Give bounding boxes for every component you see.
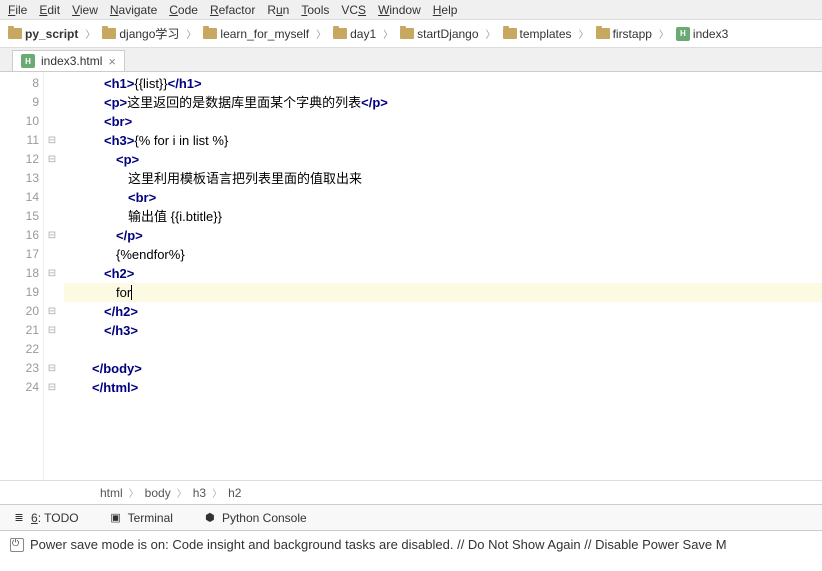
html-file-icon: H — [676, 27, 690, 41]
chevron-icon: 〉 — [85, 26, 95, 41]
folder-icon — [333, 28, 347, 39]
menu-bar: File Edit View Navigate Code Refactor Ru… — [0, 0, 822, 20]
crumb-h3[interactable]: h3 — [193, 486, 206, 500]
tab-index3[interactable]: H index3.html × — [12, 50, 125, 71]
chevron-icon: 〉 — [177, 485, 187, 500]
crumb-h2[interactable]: h2 — [228, 486, 241, 500]
menu-edit[interactable]: Edit — [39, 3, 60, 17]
code-editor[interactable]: 89101112131415161718192021222324 ⊟⊟⊟⊟⊟⊟⊟… — [0, 72, 822, 480]
status-bar: Power save mode is on: Code insight and … — [0, 530, 822, 558]
python-icon: ⬢ — [203, 511, 217, 525]
menu-tools[interactable]: Tools — [301, 3, 329, 17]
folder-icon — [8, 28, 22, 39]
menu-help[interactable]: Help — [433, 3, 458, 17]
tool-terminal[interactable]: ▣Terminal — [109, 511, 173, 525]
crumb-html[interactable]: html — [100, 486, 123, 500]
tool-python-console[interactable]: ⬢Python Console — [203, 511, 307, 525]
line-gutter: 89101112131415161718192021222324 — [0, 72, 44, 480]
status-message: Power save mode is on: Code insight and … — [30, 537, 727, 552]
editor-tabs: H index3.html × — [0, 48, 822, 72]
menu-navigate[interactable]: Navigate — [110, 3, 157, 17]
bc-py-script[interactable]: py_script — [4, 26, 82, 42]
power-icon[interactable] — [10, 538, 24, 552]
menu-code[interactable]: Code — [169, 3, 198, 17]
html-file-icon: H — [21, 54, 35, 68]
menu-vcs[interactable]: VCS — [341, 3, 366, 17]
folder-icon — [400, 28, 414, 39]
chevron-icon: 〉 — [129, 485, 139, 500]
menu-window[interactable]: Window — [378, 3, 421, 17]
menu-view[interactable]: View — [72, 3, 98, 17]
bc-startdjango[interactable]: startDjango — [396, 26, 482, 42]
tool-todo[interactable]: ≣6: TODO — [12, 511, 79, 525]
bc-django[interactable]: django学习 — [98, 24, 183, 43]
tool-window-bar: ≣6: TODO ▣Terminal ⬢Python Console — [0, 504, 822, 530]
bc-day1[interactable]: day1 — [329, 26, 380, 42]
bc-templates[interactable]: templates — [499, 26, 576, 42]
folder-icon — [503, 28, 517, 39]
chevron-icon: 〉 — [212, 485, 222, 500]
crumb-body[interactable]: body — [145, 486, 171, 500]
bc-index3[interactable]: Hindex3 — [672, 26, 732, 42]
folder-icon — [102, 28, 116, 39]
structure-breadcrumb: html 〉 body 〉 h3 〉 h2 — [0, 480, 822, 504]
bc-firstapp[interactable]: firstapp — [592, 26, 656, 42]
todo-icon: ≣ — [12, 511, 26, 525]
chevron-icon: 〉 — [579, 26, 589, 41]
folder-icon — [203, 28, 217, 39]
menu-refactor[interactable]: Refactor — [210, 3, 255, 17]
bc-learn[interactable]: learn_for_myself — [199, 26, 313, 42]
close-icon[interactable]: × — [108, 54, 116, 69]
folder-icon — [596, 28, 610, 39]
chevron-icon: 〉 — [186, 26, 196, 41]
chevron-icon: 〉 — [316, 26, 326, 41]
terminal-icon: ▣ — [109, 511, 123, 525]
menu-file[interactable]: File — [8, 3, 27, 17]
chevron-icon: 〉 — [659, 26, 669, 41]
fold-column[interactable]: ⊟⊟⊟⊟⊟⊟⊟⊟ — [44, 72, 60, 480]
nav-breadcrumb: py_script〉 django学习〉 learn_for_myself〉 d… — [0, 20, 822, 48]
code-area[interactable]: <h1>{{list}}</h1><p>这里返回的是数据库里面某个字典的列表</… — [60, 72, 822, 480]
chevron-icon: 〉 — [383, 26, 393, 41]
menu-run[interactable]: Run — [267, 3, 289, 17]
tab-label: index3.html — [41, 54, 102, 68]
chevron-icon: 〉 — [486, 26, 496, 41]
